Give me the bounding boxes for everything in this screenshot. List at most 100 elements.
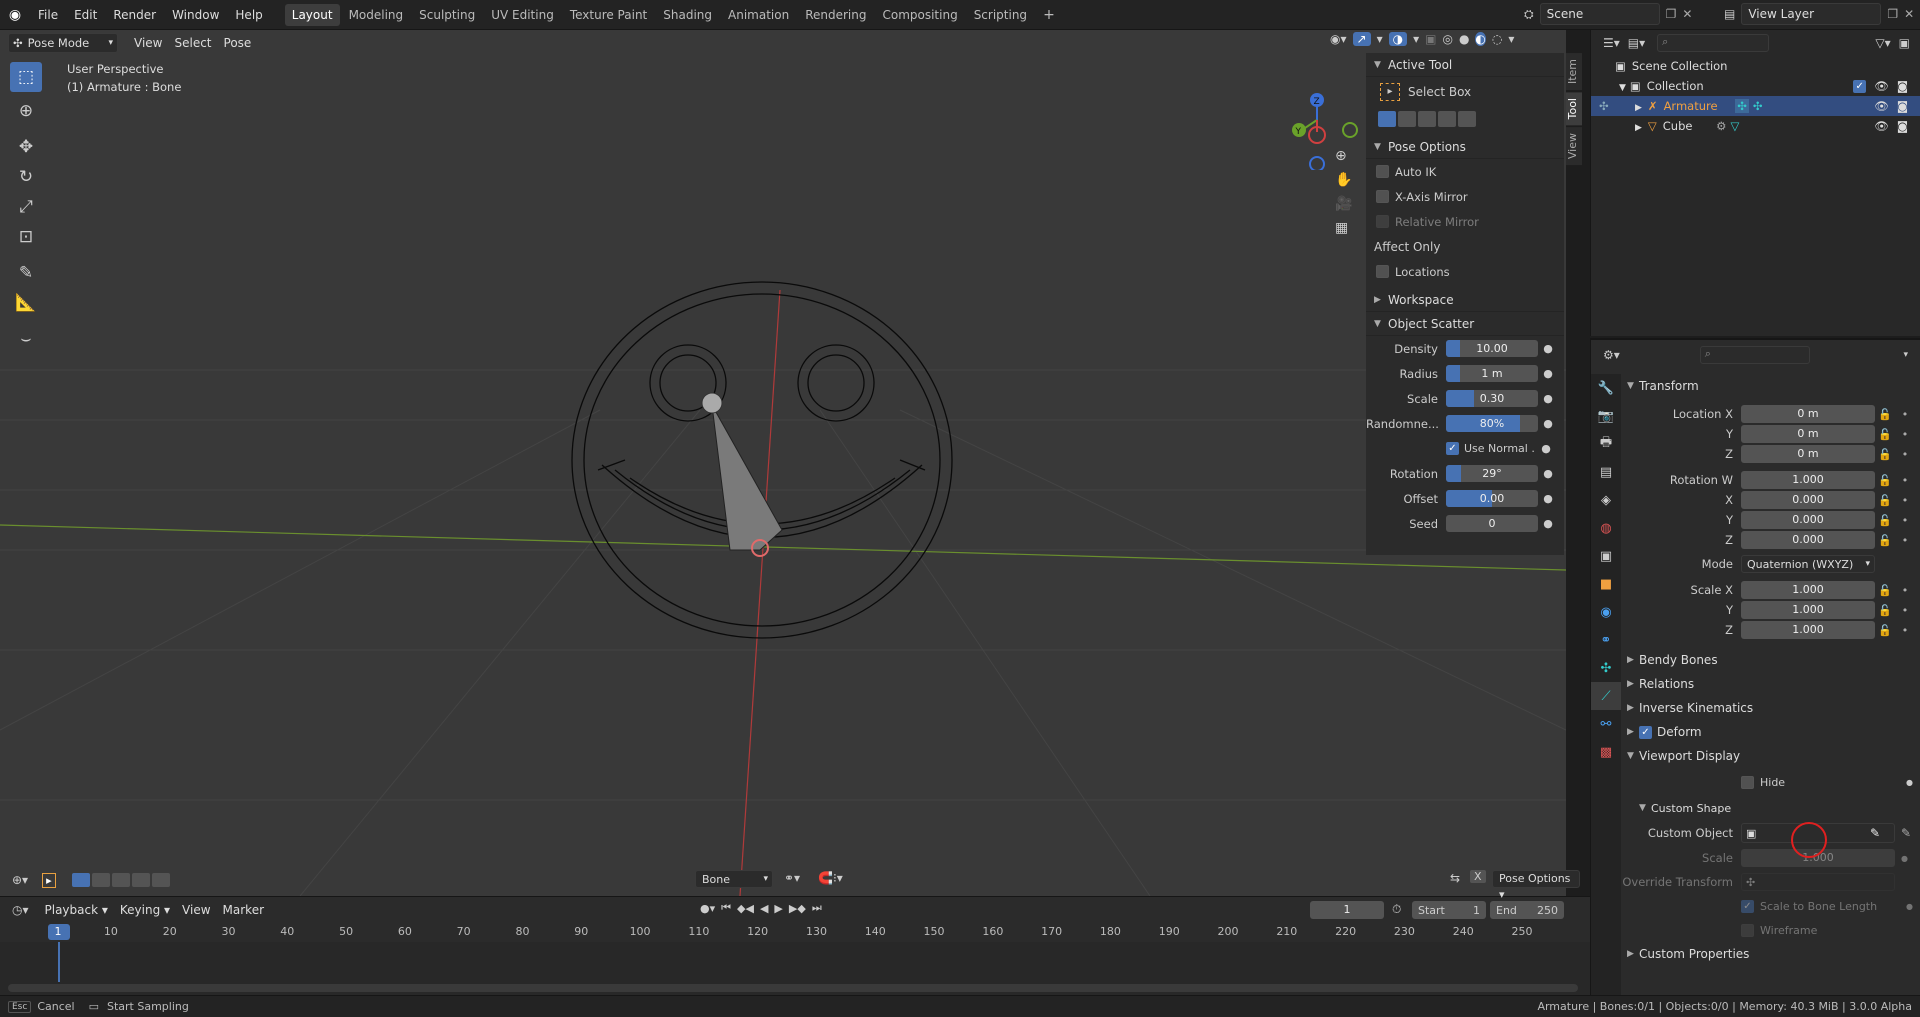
expand-icon[interactable]: ▼ bbox=[1619, 83, 1626, 93]
eye-icon[interactable]: 👁 bbox=[1874, 116, 1889, 136]
blender-logo-icon[interactable]: ◉ bbox=[0, 7, 30, 23]
rotation-field[interactable]: 0.000 bbox=[1741, 531, 1875, 549]
editor-type-icon[interactable]: ⚙▾ bbox=[1603, 348, 1620, 362]
outliner-search-input[interactable]: ⌕ bbox=[1657, 34, 1770, 52]
tab-sculpting[interactable]: Sculpting bbox=[412, 4, 482, 26]
ortho-grid-icon[interactable]: ▦ bbox=[1335, 220, 1352, 236]
select-subtract-icon[interactable] bbox=[1418, 111, 1436, 127]
auto-ik-checkbox[interactable] bbox=[1376, 165, 1389, 178]
select-box-tool-icon[interactable]: ▸ bbox=[42, 872, 56, 888]
lock-icon[interactable]: 🔓 bbox=[1875, 474, 1895, 487]
camera-view-icon[interactable]: 🎥 bbox=[1335, 196, 1352, 212]
keyframe-dot-icon[interactable]: ● bbox=[1538, 517, 1558, 530]
editor-type-icon[interactable]: ☰▾ bbox=[1603, 36, 1620, 50]
gizmo-toggle-icon[interactable]: ↗ bbox=[1352, 32, 1371, 46]
scale-to-bone-length-row[interactable]: ✓ Scale to Bone Length ● bbox=[1621, 894, 1919, 918]
view-layer-icon[interactable]: ▤ bbox=[1724, 7, 1735, 21]
scatter-offset-slider[interactable]: 0.00 bbox=[1446, 490, 1538, 507]
relative-mirror-checkbox[interactable] bbox=[1376, 215, 1389, 228]
keyframe-dot-icon[interactable]: ● bbox=[1538, 392, 1558, 405]
keyframe-dot-icon[interactable]: • bbox=[1895, 474, 1915, 487]
viewport-display-header[interactable]: ▼ Viewport Display bbox=[1621, 744, 1919, 768]
pan-hand-icon[interactable]: ✋ bbox=[1335, 172, 1352, 188]
end-frame-field[interactable]: End 250 bbox=[1490, 901, 1564, 919]
scatter-scale-slider[interactable]: 0.30 bbox=[1446, 390, 1538, 407]
scatter-radius-slider[interactable]: 1 m bbox=[1446, 365, 1538, 382]
scene-field[interactable]: Scene bbox=[1539, 3, 1660, 25]
camera-render-icon[interactable]: ◙ bbox=[1897, 96, 1908, 116]
lock-icon[interactable]: 🔓 bbox=[1875, 514, 1895, 527]
camera-render-icon[interactable]: ◙ bbox=[1897, 76, 1908, 96]
pose-mode-status-icon[interactable]: ✣ bbox=[1599, 96, 1609, 116]
new-collection-icon[interactable]: ▣ bbox=[1899, 36, 1910, 50]
pose-options-button[interactable]: Pose Options ▾ bbox=[1492, 870, 1580, 901]
deform-header[interactable]: ▶ ✓ Deform bbox=[1621, 720, 1919, 744]
solid-shading-icon[interactable]: ● bbox=[1459, 32, 1469, 46]
world-tab-icon[interactable]: ◍ bbox=[1591, 514, 1621, 542]
keyframe-dot-icon[interactable]: ● bbox=[1538, 467, 1558, 480]
inverse-kinematics-header[interactable]: ▶ Inverse Kinematics bbox=[1621, 696, 1919, 720]
tab-scripting[interactable]: Scripting bbox=[967, 4, 1034, 26]
menu-file[interactable]: File bbox=[30, 0, 66, 30]
texture-tab-icon[interactable]: ▩ bbox=[1591, 738, 1621, 766]
lock-icon[interactable]: 🔓 bbox=[1875, 408, 1895, 421]
lock-icon[interactable]: 🔓 bbox=[1875, 624, 1895, 637]
menu-keying[interactable]: Keying ▾ bbox=[114, 903, 176, 917]
menu-pose[interactable]: Pose bbox=[218, 36, 258, 50]
keyframe-dot-icon[interactable]: ● bbox=[1906, 902, 1913, 911]
editor-type-icon[interactable]: ◷▾ bbox=[12, 903, 29, 917]
object-tab-icon[interactable]: ■ bbox=[1591, 570, 1621, 598]
menu-edit[interactable]: Edit bbox=[66, 0, 105, 30]
tool-tab-icon[interactable]: 🔧 bbox=[1591, 374, 1621, 402]
play-icon[interactable]: ▶ bbox=[774, 902, 782, 915]
armature-data-tab-icon[interactable]: ✣ bbox=[1591, 654, 1621, 682]
tab-animation[interactable]: Animation bbox=[721, 4, 796, 26]
tab-layout[interactable]: Layout bbox=[284, 3, 340, 26]
keyframe-dot-icon[interactable]: • bbox=[1895, 604, 1915, 617]
tab-tool[interactable]: Tool bbox=[1566, 92, 1582, 126]
menu-window[interactable]: Window bbox=[164, 0, 227, 30]
menu-select[interactable]: Select bbox=[168, 36, 217, 50]
select-extend-icon[interactable] bbox=[1398, 111, 1416, 127]
proportional-icon[interactable]: ⇆ bbox=[1450, 871, 1460, 885]
gizmo-dropdown-icon[interactable]: ▾ bbox=[1377, 32, 1383, 46]
rotate-tool-icon[interactable]: ↻ bbox=[10, 162, 42, 192]
snap-icon[interactable]: 🧲⁝▾ bbox=[818, 871, 843, 885]
collection-exclude-checkbox[interactable]: ✓ bbox=[1853, 79, 1867, 93]
keyframe-dot-icon[interactable]: • bbox=[1895, 624, 1915, 637]
shading-dropdown-icon[interactable]: ▾ bbox=[1508, 32, 1514, 46]
scatter-seed-slider[interactable]: 0 bbox=[1446, 515, 1538, 532]
wireframe-shading-icon[interactable]: ◎ bbox=[1442, 32, 1452, 46]
lock-icon[interactable]: 🔓 bbox=[1875, 428, 1895, 441]
outliner-item-cube[interactable]: ▶ ▽ Cube ⚙ ▽ 👁 ◙ bbox=[1591, 116, 1920, 136]
select-intersect-icon[interactable] bbox=[1458, 111, 1476, 127]
menu-marker[interactable]: Marker bbox=[217, 903, 270, 917]
bone-constraints-tab-icon[interactable]: ⚯ bbox=[1591, 710, 1621, 738]
menu-view[interactable]: View bbox=[128, 36, 168, 50]
custom-properties-header[interactable]: ▶ Custom Properties bbox=[1621, 942, 1919, 966]
menu-render[interactable]: Render bbox=[105, 0, 164, 30]
scale-field[interactable]: 1.000 bbox=[1741, 601, 1875, 619]
pivot-icon[interactable]: ⚭▾ bbox=[784, 871, 800, 885]
keyframe-dot-icon[interactable]: • bbox=[1895, 448, 1915, 461]
camera-render-icon[interactable]: ◙ bbox=[1897, 116, 1908, 136]
3d-viewport[interactable]: ✣ Pose Mode ▾ View Select Pose ◉▾ ↗ ▾ ◑ … bbox=[0, 30, 1566, 896]
editor-type-icon[interactable]: ⊕▾ bbox=[12, 873, 28, 887]
keyframe-dot-icon[interactable]: ● bbox=[1538, 367, 1558, 380]
overlay-toggle-icon[interactable]: ◑ bbox=[1388, 32, 1408, 46]
eye-icon[interactable]: 👁 bbox=[1874, 76, 1889, 96]
pose-options-header[interactable]: ▼ Pose Options bbox=[1366, 135, 1564, 159]
tab-uv-editing[interactable]: UV Editing bbox=[484, 4, 561, 26]
rotation-field[interactable]: 1.000 bbox=[1741, 471, 1875, 489]
transform-tool-icon[interactable]: ⊡ bbox=[10, 222, 42, 252]
scatter-randomne-slider[interactable]: 80% bbox=[1446, 415, 1538, 432]
scatter-rotation-slider[interactable]: 29° bbox=[1446, 465, 1538, 482]
transform-header[interactable]: ▼ Transform bbox=[1621, 374, 1919, 398]
options-chevron-icon[interactable]: ▾ bbox=[1903, 350, 1908, 360]
x-axis-mirror-row[interactable]: X-Axis Mirror bbox=[1366, 184, 1564, 209]
timeline-area[interactable] bbox=[0, 942, 1590, 995]
visibility-icon[interactable]: ◉▾ bbox=[1330, 32, 1347, 46]
select-extend-icon[interactable] bbox=[91, 873, 110, 887]
location-field[interactable]: 0 m bbox=[1741, 425, 1875, 443]
lock-icon[interactable]: 🔓 bbox=[1875, 604, 1895, 617]
